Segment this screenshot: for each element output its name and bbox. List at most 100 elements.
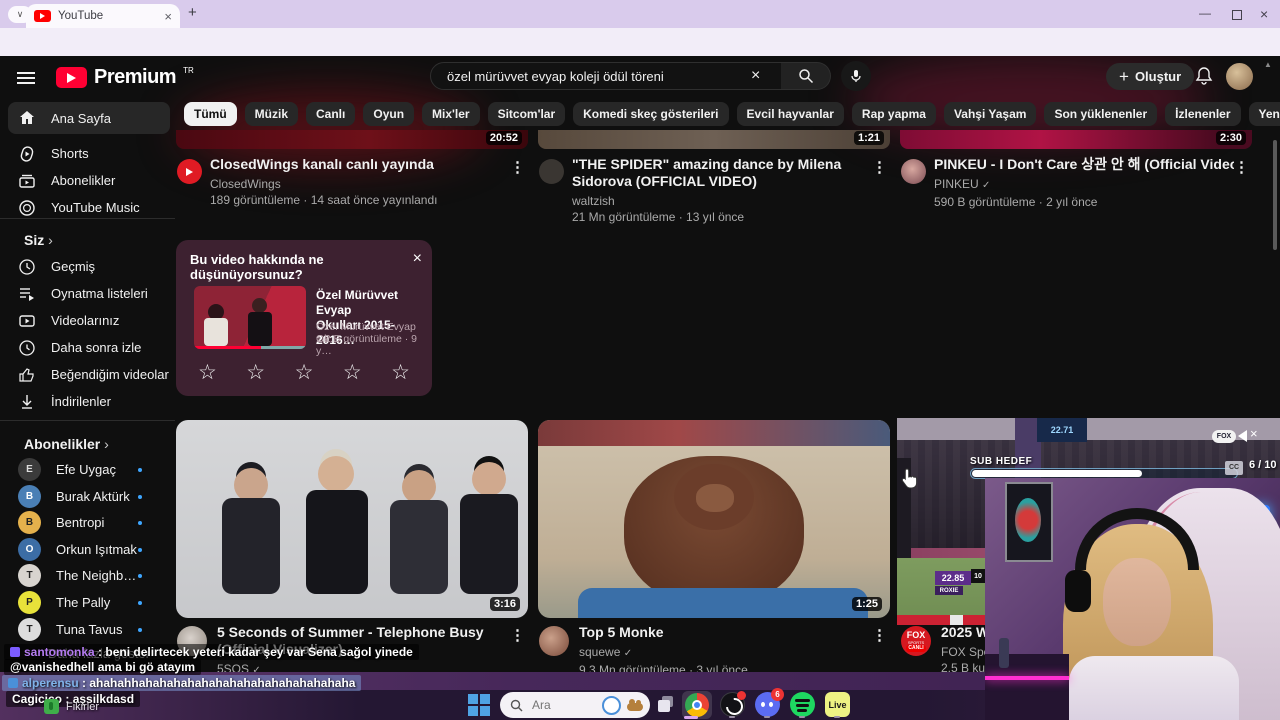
muted-speaker-icon[interactable] — [1238, 430, 1247, 442]
taskbar-search-box[interactable] — [500, 692, 650, 718]
sidebar-channel-bentropi[interactable]: B Bentropi — [8, 509, 170, 536]
video-card[interactable]: Top 5 Monke squewe ✓ 9,3 Mn görüntüleme … — [539, 624, 889, 674]
chip-canli[interactable]: Canlı — [306, 102, 356, 126]
new-tab-button[interactable]: + — [188, 4, 197, 21]
youtube-premium-logo[interactable]: Premium TR — [56, 66, 194, 89]
sidebar-item-daha-sonra-izle[interactable]: Daha sonra izle — [8, 334, 170, 361]
kebab-menu-icon[interactable]: ⋮ — [872, 626, 887, 644]
kebab-menu-icon[interactable]: ⋮ — [510, 626, 525, 644]
chrome-taskbar-active-bg[interactable] — [682, 691, 712, 719]
video-card[interactable]: "THE SPIDER" amazing dance by Milena Sid… — [539, 156, 889, 225]
account-avatar[interactable] — [1226, 63, 1253, 90]
sidebar-channel-efe-uygac[interactable]: E Efe Uygaç — [8, 456, 170, 483]
start-button-icon[interactable] — [468, 694, 490, 716]
video-card[interactable]: PINKEU - I Don't Care 상관 안 해 (Official V… — [901, 156, 1251, 210]
search-input[interactable] — [445, 67, 749, 85]
channel-name[interactable]: waltzish — [572, 193, 889, 209]
sidebar-item-gecmis[interactable]: Geçmiş — [8, 253, 170, 280]
chip-son-yuklenenler[interactable]: Son yüklenenler — [1044, 102, 1158, 126]
sidebar-item-abonelikler[interactable]: Abonelikler — [8, 167, 170, 194]
channel-avatar[interactable]: FOX SPORTS CANLI — [901, 626, 931, 656]
scrollbar-up-arrow[interactable]: ▲ — [1264, 60, 1272, 69]
stream-facecam[interactable] — [985, 478, 1280, 720]
tab-close-icon[interactable]: × — [164, 10, 172, 23]
channel-name[interactable]: PINKEU ✓ — [934, 176, 1251, 194]
chip-tumu[interactable]: Tümü — [184, 102, 237, 126]
window-maximize-button[interactable] — [1232, 10, 1242, 20]
video-thumbnail[interactable]: 20:52 — [176, 130, 528, 149]
video-title[interactable]: ClosedWings kanalı canlı yayında — [210, 156, 527, 173]
star-icon[interactable]: ☆ — [391, 360, 410, 385]
video-card[interactable]: ClosedWings kanalı canlı yayında ClosedW… — [177, 156, 527, 208]
sidebar-item-indirilenler[interactable]: İndirilenler — [8, 388, 170, 415]
sidebar-channel-orkun-isitmak[interactable]: O Orkun Işıtmak — [8, 536, 170, 563]
chip-izlenenler[interactable]: İzlenenler — [1165, 102, 1241, 126]
page-scrollbar-thumb[interactable] — [1273, 140, 1277, 250]
chip-evcil[interactable]: Evcil hayvanlar — [736, 102, 844, 126]
discord-icon[interactable]: 6 — [755, 688, 784, 717]
sidebar-channel-tuna-tavus[interactable]: T Tuna Tavus — [8, 616, 170, 643]
video-title[interactable]: Top 5 Monke — [579, 624, 889, 641]
kebab-menu-icon[interactable]: ⋮ — [1234, 158, 1249, 176]
chip-komedi[interactable]: Komedi skeç gösterileri — [573, 102, 729, 126]
search-button[interactable] — [781, 62, 831, 90]
video-thumbnail[interactable]: 3:16 — [176, 420, 528, 618]
survey-close-icon[interactable]: × — [413, 250, 422, 268]
chip-rap[interactable]: Rap yapma — [851, 102, 936, 126]
chip-mixler[interactable]: Mix'ler — [422, 102, 480, 126]
video-thumbnail[interactable]: 1:25 — [538, 420, 890, 618]
window-close-button[interactable]: × — [1260, 6, 1268, 22]
obs-icon[interactable] — [720, 691, 747, 719]
taskbar-search-input[interactable] — [530, 697, 594, 713]
chip-muzik[interactable]: Müzik — [244, 102, 299, 126]
star-icon[interactable]: ☆ — [198, 360, 217, 385]
sidebar-item-videolariniz[interactable]: Videolarınız — [8, 307, 170, 334]
fikirler-widget[interactable]: Fikirler — [44, 699, 99, 714]
search-clear-icon[interactable]: × — [751, 67, 760, 85]
hamburger-menu-icon[interactable] — [17, 69, 35, 87]
window-minimize-button[interactable]: — — [1199, 6, 1211, 20]
sidebar-section-abonelikler[interactable]: Abonelikler › — [24, 436, 109, 452]
spotify-icon[interactable] — [790, 692, 815, 717]
sidebar-section-siz[interactable]: Siz › — [24, 232, 53, 248]
pip-close-icon[interactable]: × — [1250, 426, 1258, 441]
channel-avatar[interactable] — [177, 159, 202, 184]
channel-avatar[interactable] — [901, 159, 926, 184]
subscriptions-icon — [19, 174, 35, 188]
channel-name[interactable]: ClosedWings — [210, 176, 527, 192]
voice-search-button[interactable] — [841, 61, 871, 91]
video-thumbnail[interactable]: 2:30 — [900, 130, 1252, 149]
kebab-menu-icon[interactable]: ⋮ — [872, 158, 887, 176]
star-icon[interactable]: ☆ — [295, 360, 314, 385]
channel-avatar[interactable] — [539, 626, 569, 656]
sidebar-item-ana-sayfa[interactable]: Ana Sayfa — [8, 102, 170, 134]
chip-vahsi[interactable]: Vahşi Yaşam — [943, 102, 1037, 126]
live-app-icon[interactable]: Live — [825, 692, 850, 717]
chip-sitcomlar[interactable]: Sitcom'lar — [487, 102, 566, 126]
video-title[interactable]: PINKEU - I Don't Care 상관 안 해 (Official V… — [934, 156, 1234, 173]
sidebar-item-oynatma-listeleri[interactable]: Oynatma listeleri — [8, 280, 170, 307]
search-box[interactable]: × — [430, 62, 782, 90]
channel-avatar[interactable] — [539, 159, 564, 184]
sidebar-item-youtube-music[interactable]: YouTube Music — [8, 194, 170, 221]
channel-name[interactable]: squewe ✓ — [579, 644, 889, 662]
chip-yeni-oneriler[interactable]: Yeni öneriler — [1248, 102, 1280, 126]
browser-tab-youtube[interactable]: YouTube × — [26, 4, 180, 28]
youtube-music-icon — [19, 199, 35, 216]
star-icon[interactable]: ☆ — [343, 360, 362, 385]
brand-text: Premium — [94, 66, 177, 88]
star-icon[interactable]: ☆ — [246, 360, 265, 385]
survey-thumbnail[interactable] — [194, 286, 306, 349]
chip-oyun[interactable]: Oyun — [363, 102, 415, 126]
task-view-icon[interactable] — [658, 696, 676, 712]
kebab-menu-icon[interactable]: ⋮ — [510, 158, 525, 176]
sidebar-item-shorts[interactable]: Shorts — [8, 140, 170, 167]
sidebar-channel-the-neighbourhood[interactable]: T The Neighbourh... — [8, 562, 170, 589]
create-button[interactable]: + Oluştur — [1106, 63, 1195, 90]
notifications-bell-icon[interactable] — [1194, 66, 1214, 91]
video-thumbnail[interactable]: 1:21 — [538, 130, 890, 149]
sidebar-channel-the-pally[interactable]: P The Pally — [8, 589, 170, 616]
video-title[interactable]: "THE SPIDER" amazing dance by Milena Sid… — [572, 156, 862, 190]
sidebar-item-begendigim-videolar[interactable]: Beğendiğim videolar — [8, 361, 170, 388]
sidebar-channel-burak-akturk[interactable]: B Burak Aktürk — [8, 483, 170, 510]
